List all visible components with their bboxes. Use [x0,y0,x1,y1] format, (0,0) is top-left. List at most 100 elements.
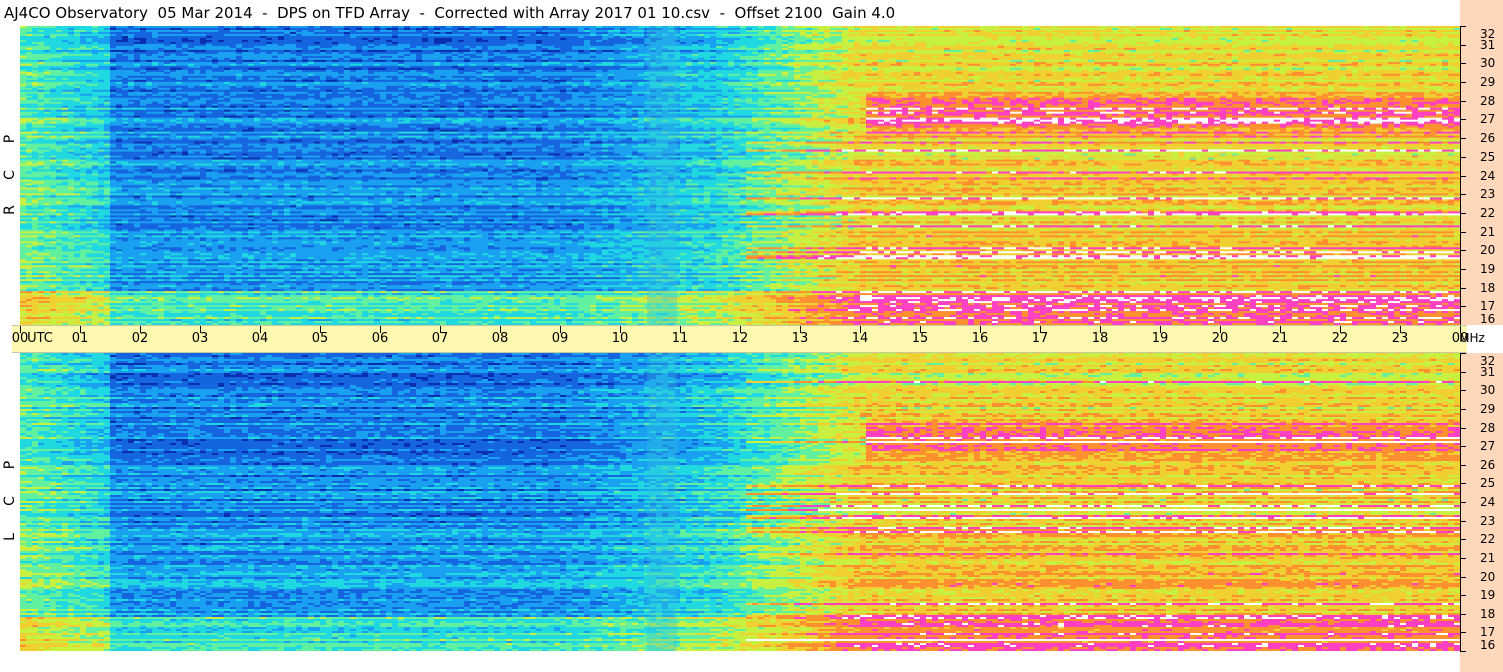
heatmap-cell [1268,46,1274,48]
heatmap-cell [632,44,638,46]
heatmap-cell [956,50,962,52]
heatmap-cell [224,30,230,32]
heatmap-cell [728,42,734,44]
heatmap-cell [1244,28,1250,30]
heatmap-cell [266,38,272,40]
heatmap-cell [1070,38,1076,40]
heatmap-cell [314,32,320,34]
heatmap-cell [1004,36,1010,38]
heatmap-cell [458,34,464,36]
heatmap-cell [1130,42,1136,44]
heatmap-cell [1418,58,1424,60]
heatmap-cell [452,38,458,40]
heatmap-cell [326,28,332,30]
heatmap-cell [134,48,140,50]
heatmap-cell [536,28,542,30]
heatmap-cell [1184,34,1190,36]
heatmap-cell [392,26,398,28]
heatmap-cell [194,60,200,62]
heatmap-cell [50,28,56,30]
heatmap-cell [590,50,596,52]
heatmap-cell [908,56,914,58]
heatmap-cell [704,50,710,52]
heatmap-cell [464,26,470,28]
heatmap-cell [1136,44,1142,46]
heatmap-cell [1370,36,1376,38]
heatmap-cell [572,34,578,36]
heatmap-cell [1028,26,1034,28]
heatmap-cell [1130,44,1136,46]
heatmap-cell [332,48,338,50]
heatmap-cell [266,58,272,60]
heatmap-cell [1370,58,1376,60]
heatmap-cell [1112,54,1118,56]
heatmap-cell [332,52,338,54]
heatmap-cell [1190,48,1196,50]
heatmap-cell [242,32,248,34]
heatmap-cell [632,58,638,60]
heatmap-cell [776,54,782,56]
heatmap-cell [1352,54,1358,56]
heatmap-cell [1172,50,1178,52]
heatmap-cell [896,56,902,58]
heatmap-cell [632,40,638,42]
heatmap-cell [578,26,584,28]
heatmap-cell [98,38,104,40]
heatmap-cell [1190,26,1196,28]
heatmap-cell [1448,40,1454,42]
heatmap-cell [446,48,452,50]
heatmap-cell [296,44,302,46]
heatmap-cell [338,36,344,38]
heatmap-cell [908,36,914,38]
heatmap-cell [1076,42,1082,44]
heatmap-cell [1016,34,1022,36]
heatmap-cell [452,26,458,28]
heatmap-cell [116,52,122,54]
heatmap-cell [518,44,524,46]
heatmap-cell [1046,32,1052,34]
heatmap-cell [314,58,320,60]
heatmap-cell [1316,26,1322,28]
heatmap-cell [1106,60,1112,62]
heatmap-cell [392,34,398,36]
heatmap-cell [782,54,788,56]
heatmap-cell [1442,26,1448,28]
heatmap-cell [638,38,644,40]
heatmap-cell [752,26,758,28]
heatmap-cell [1214,58,1220,60]
heatmap-cell [1292,54,1298,56]
heatmap-cell [212,44,218,46]
heatmap-cell [422,50,428,52]
heatmap-cell [488,46,494,48]
heatmap-cell [836,36,842,38]
heatmap-cell [1004,56,1010,58]
heatmap-cell [74,38,80,40]
heatmap-cell [974,28,980,30]
heatmap-cell [1262,60,1268,62]
heatmap-cell [680,50,686,52]
heatmap-cell [1160,60,1166,62]
heatmap-cell [728,32,734,34]
heatmap-cell [1196,34,1202,36]
heatmap-cell [1142,36,1148,38]
heatmap-cell [722,26,728,28]
heatmap-cell [1124,58,1130,60]
heatmap-cell [284,42,290,44]
heatmap-cell [1412,28,1418,30]
heatmap-cell [698,46,704,48]
heatmap-cell [704,56,710,58]
heatmap-cell [254,28,260,30]
heatmap-cell [998,44,1004,46]
heatmap-cell [848,30,854,32]
heatmap-cell [1316,36,1322,38]
heatmap-cell [1196,30,1202,32]
heatmap-cell [356,46,362,48]
heatmap-cell [524,46,530,48]
heatmap-cell [698,36,704,38]
heatmap-cell [440,60,446,62]
heatmap-cell [860,58,866,60]
heatmap-cell [140,60,146,62]
heatmap-cell [542,28,548,30]
heatmap-cell [314,30,320,32]
heatmap-cell [344,46,350,48]
